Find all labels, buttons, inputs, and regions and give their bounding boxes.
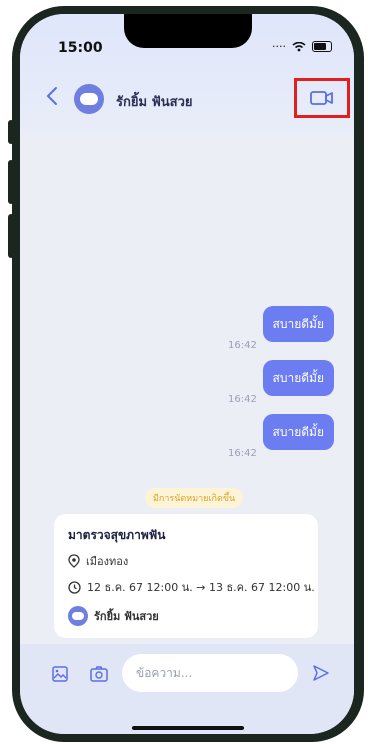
appointment-title: มาตรวจสุขภาพฟัน — [68, 528, 166, 542]
appointment-person-row: รักยิ้ม ฟันสวย — [68, 606, 159, 626]
wifi-icon — [292, 41, 306, 51]
clock-icon — [68, 580, 81, 594]
back-button[interactable] — [46, 86, 58, 111]
tooth-icon — [72, 612, 84, 620]
home-indicator — [132, 726, 244, 730]
contact-avatar[interactable] — [74, 84, 104, 114]
camera-icon[interactable] — [90, 666, 108, 682]
appointment-card[interactable]: มาตรวจสุขภาพฟัน เมืองทอง 12 ธ.ค. 67 12:0… — [54, 514, 318, 638]
volume-up-button — [8, 160, 14, 204]
appointment-location: เมืองทอง — [86, 555, 129, 568]
video-call-button[interactable] — [294, 78, 350, 118]
status-time: 15:00 — [58, 40, 103, 56]
appointment-datetime-row: 12 ธ.ค. 67 12:00 น. → 13 ธ.ค. 67 12:00 น… — [68, 578, 315, 596]
video-camera-icon — [310, 91, 333, 105]
appointment-person: รักยิ้ม ฟันสวย — [94, 610, 159, 623]
system-notice: มีการนัดหมายเกิดขึ้น — [145, 488, 244, 508]
person-avatar — [68, 606, 88, 626]
chat-area[interactable]: สบายดีมั้ย 16:42 สบายดีมั้ย 16:42 สบายดี… — [20, 134, 354, 644]
signal-icon: ···· — [272, 40, 286, 53]
volume-down-button — [8, 214, 14, 258]
composer-bar: ข้อความ... — [20, 644, 354, 734]
contact-name[interactable]: รักยิ้ม ฟันสวย — [116, 91, 193, 112]
message-bubble: สบายดีมั้ย — [262, 306, 334, 342]
location-pin-icon — [68, 554, 80, 568]
message-input[interactable]: ข้อความ... — [122, 654, 298, 692]
message-time: 16:42 — [228, 340, 257, 351]
chevron-left-icon — [46, 87, 57, 105]
message-bubble: สบายดีมั้ย — [262, 360, 334, 396]
chat-header: 15:00 ···· รักยิ้ม ฟันสวย — [20, 14, 354, 134]
phone-screen: 15:00 ···· รักยิ้ม ฟันสวย สบายดีมั้ย 16:… — [20, 14, 354, 734]
message-time: 16:42 — [228, 448, 257, 459]
tooth-icon — [80, 93, 98, 105]
message-bubble: สบายดีมั้ย — [262, 414, 334, 450]
message-time: 16:42 — [228, 394, 257, 405]
mute-switch — [8, 120, 14, 144]
notch — [124, 14, 252, 48]
image-icon[interactable] — [52, 666, 68, 682]
appointment-location-row: เมืองทอง — [68, 552, 128, 570]
status-icons: ···· — [272, 40, 332, 53]
battery-icon — [312, 41, 332, 52]
appointment-datetime: 12 ธ.ค. 67 12:00 น. → 13 ธ.ค. 67 12:00 น… — [87, 581, 315, 594]
send-icon[interactable] — [312, 664, 330, 682]
